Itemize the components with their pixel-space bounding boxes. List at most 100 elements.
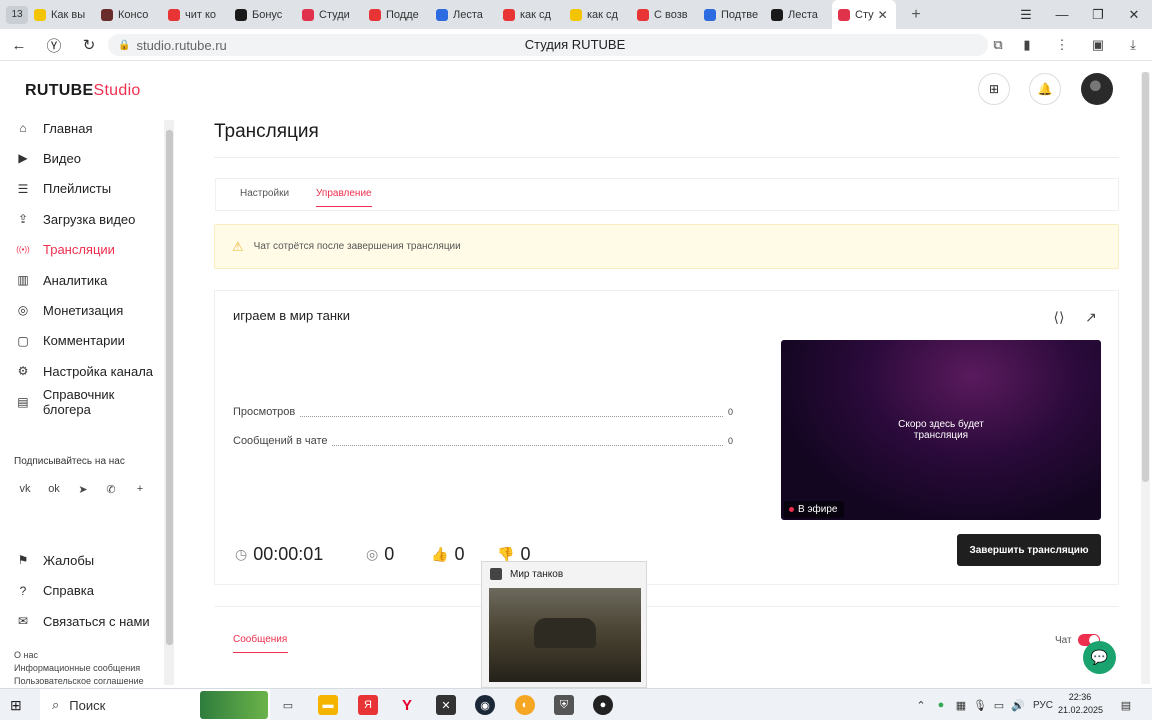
thumbs-down-icon: 👎 — [497, 545, 515, 562]
more-social-icon[interactable]: + — [132, 481, 148, 497]
restore-button[interactable]: ❐ — [1080, 0, 1116, 29]
open-external-icon[interactable]: ↗ — [1082, 308, 1100, 326]
page-scrollbar[interactable] — [1141, 72, 1150, 684]
browser-tab-label: Сту — [855, 8, 874, 21]
download-icon[interactable]: ⤓ — [1124, 36, 1142, 54]
taskbar-thumbnail-preview[interactable]: Мир танков — [481, 561, 647, 688]
sidebar-scrollbar[interactable] — [164, 120, 174, 685]
support-chat-button[interactable]: 💬 — [1083, 641, 1116, 674]
sidebar-scrollbar-thumb[interactable] — [166, 130, 173, 645]
notifications-button[interactable]: 🔔 — [1029, 73, 1061, 105]
browser-tab[interactable]: С возв — [631, 0, 698, 29]
browser-tab[interactable]: Студи — [296, 0, 363, 29]
reload-icon[interactable]: ↻ — [79, 35, 99, 55]
page-title-center: Студия RUTUBE — [524, 37, 626, 52]
tray-icon[interactable]: ▦ — [954, 697, 968, 713]
browser-tab[interactable]: чит ко — [162, 0, 229, 29]
sidebar-item[interactable]: ▥ Аналитика — [15, 269, 165, 291]
telegram-icon[interactable]: ➤ — [75, 481, 91, 497]
sidebar-item[interactable]: ◎ Монетизация — [15, 299, 165, 321]
browser-tab[interactable]: Подтве — [698, 0, 765, 29]
page-scrollbar-thumb[interactable] — [1142, 72, 1149, 482]
network-icon[interactable]: ▭ — [992, 697, 1006, 713]
chat-toggle-label: Чат — [1055, 635, 1072, 646]
tab-list-icon[interactable]: ☰ — [1008, 0, 1044, 29]
notification-center-icon[interactable]: ▤ — [1118, 697, 1134, 713]
stream-preview-player[interactable]: Скоро здесь будет трансляция В эфире — [781, 340, 1101, 520]
bell-icon: 🔔 — [1037, 82, 1053, 96]
browser-tab[interactable]: Леста — [765, 0, 832, 29]
tab-count-badge[interactable]: 13 — [6, 5, 28, 24]
collections-icon[interactable]: ▣ — [1089, 36, 1107, 54]
game-launcher-icon[interactable]: ● — [593, 695, 613, 715]
dotted-leader — [233, 416, 733, 417]
sidebar-item[interactable]: ⚙ Настройка канала — [15, 360, 165, 382]
new-tab-button[interactable]: + — [906, 5, 926, 25]
rutube-studio-logo[interactable]: RUTUBEStudio — [25, 82, 141, 100]
yandex-icon[interactable]: Ⓨ — [44, 35, 64, 55]
sidebar-item[interactable]: ((•)) Трансляции — [15, 239, 165, 261]
footer-link-terms[interactable]: Пользовательское соглашение — [14, 676, 144, 686]
stream-name: играем в мир танки — [233, 308, 350, 323]
tray-expand-icon[interactable]: ⌃ — [914, 697, 928, 713]
microphone-icon[interactable]: 🎙 — [973, 697, 987, 713]
game-screenshot-thumbnail[interactable] — [489, 588, 641, 682]
broadcast-icon: ((•)) — [16, 245, 30, 255]
viewers-value: 0 — [384, 543, 395, 564]
file-explorer-icon[interactable]: ▬ — [318, 695, 338, 715]
share-icon[interactable]: ⟨⟩ — [1050, 308, 1068, 326]
create-button[interactable]: ⊞ — [978, 73, 1010, 105]
back-arrow-icon[interactable]: ← — [9, 35, 29, 55]
volume-icon[interactable]: 🔊 — [1011, 697, 1025, 713]
favicon-icon — [704, 8, 716, 21]
browser-tab-active[interactable]: Сту ✕ — [832, 0, 896, 29]
task-view-icon[interactable]: ▭ — [278, 695, 298, 715]
language-indicator[interactable]: РУС — [1032, 697, 1054, 713]
sidebar-item[interactable]: ⇪ Загрузка видео — [15, 208, 165, 230]
tab-management[interactable]: Управление — [316, 188, 372, 207]
sidebar-item[interactable]: ▢ Комментарии — [15, 330, 165, 352]
world-of-tanks-taskbar-icon[interactable]: ⛨ — [554, 695, 574, 715]
thumbnail-title-row: Мир танков — [490, 568, 563, 580]
windows-start-icon[interactable]: ⊞ — [10, 697, 26, 713]
footer-link-info[interactable]: Информационные сообщения — [14, 663, 140, 673]
extensions-icon[interactable]: ⧉ — [989, 36, 1007, 54]
browser-tab[interactable]: Бонус — [229, 0, 296, 29]
sidebar-item[interactable]: ? Справка — [15, 580, 165, 602]
sidebar-item[interactable]: ⚑ Жалобы — [15, 549, 165, 571]
tray-app-icon[interactable]: ● — [934, 697, 948, 713]
close-window-button[interactable]: ✕ — [1116, 0, 1152, 29]
media-player-icon[interactable]: ◐ — [515, 695, 535, 715]
tab-settings[interactable]: Настройки — [240, 188, 289, 199]
app-icon[interactable]: ✕ — [436, 695, 456, 715]
sidebar-item[interactable]: ▶ Видео — [15, 147, 165, 169]
bookmark-icon[interactable]: ▮ — [1018, 36, 1036, 54]
sidebar-item[interactable]: ▤ Справочник блогера — [15, 387, 165, 417]
steam-icon[interactable]: ◉ — [475, 695, 495, 715]
browser-tab[interactable]: Леста — [430, 0, 497, 29]
browser-tab[interactable]: Как вы — [28, 0, 95, 29]
minimize-button[interactable]: — — [1044, 0, 1080, 29]
sidebar-item[interactable]: ✉ Связаться с нами — [15, 610, 165, 632]
close-tab-icon[interactable]: ✕ — [878, 8, 888, 22]
browser-tab[interactable]: Подде — [363, 0, 430, 29]
browser-tab[interactable]: как сд — [497, 0, 564, 29]
end-stream-button[interactable]: Завершить трансляцию — [957, 534, 1101, 566]
book-icon: ▤ — [17, 394, 29, 409]
viber-icon[interactable]: ✆ — [103, 481, 119, 497]
browser-tab[interactable]: Консо — [95, 0, 162, 29]
odnoklassniki-icon[interactable]: ok — [46, 481, 62, 497]
vk-icon[interactable]: vk — [17, 481, 33, 497]
yandex-icon[interactable]: Y — [397, 695, 417, 715]
tab-messages[interactable]: Сообщения — [233, 634, 289, 653]
footer-link-about[interactable]: О нас — [14, 650, 38, 660]
more-menu-icon[interactable]: ⋮ — [1053, 36, 1071, 54]
browser-tab[interactable]: как сд — [564, 0, 631, 29]
system-clock[interactable]: 22:36 21.02.2025 — [1058, 691, 1103, 717]
sidebar-item[interactable]: ⌂ Главная — [15, 117, 165, 139]
avatar[interactable] — [1081, 73, 1113, 105]
yandex-browser-icon[interactable]: Я — [358, 695, 378, 715]
sidebar-item[interactable]: ☰ Плейлисты — [15, 178, 165, 200]
browser-tab-label: Консо — [118, 8, 149, 21]
chat-card — [214, 606, 1119, 688]
